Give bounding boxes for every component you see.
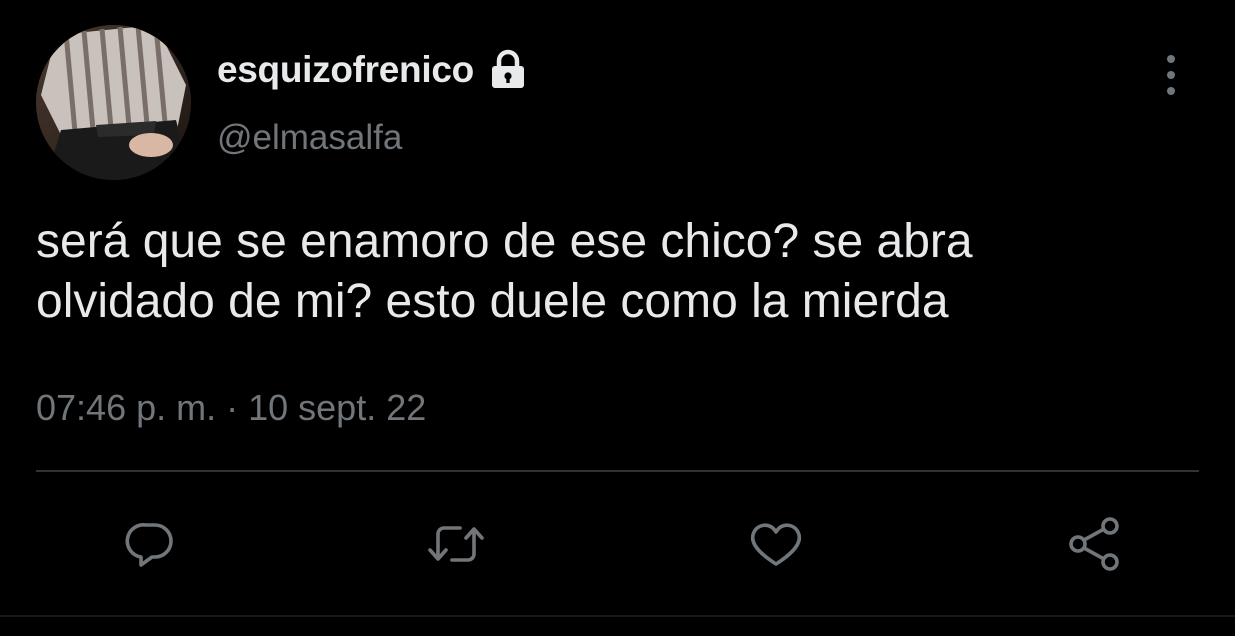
- avatar-photo-icon: [36, 25, 191, 180]
- user-handle[interactable]: @elmasalfa: [217, 118, 402, 158]
- tweet-date[interactable]: 10 sept. 22: [248, 387, 426, 429]
- like-button[interactable]: [744, 512, 808, 576]
- tweet-time[interactable]: 07:46 p. m.: [36, 387, 216, 429]
- reply-icon: [125, 523, 173, 567]
- retweet-button[interactable]: [424, 512, 488, 576]
- reply-button[interactable]: [118, 512, 182, 576]
- tweet-timestamp[interactable]: 07:46 p. m. · 10 sept. 22: [36, 387, 426, 429]
- divider: [36, 470, 1199, 472]
- share-button[interactable]: [1062, 512, 1126, 576]
- lock-icon: [486, 48, 530, 92]
- bottom-divider: [0, 615, 1235, 617]
- share-icon: [1069, 517, 1119, 571]
- more-options-icon[interactable]: [1155, 52, 1187, 98]
- tweet-card: esquizofrenico @elmasalfa será que se en…: [0, 0, 1235, 636]
- display-name[interactable]: esquizofrenico: [217, 49, 474, 91]
- meta-separator: ·: [226, 387, 239, 428]
- heart-icon: [750, 523, 802, 566]
- avatar[interactable]: [36, 25, 191, 180]
- author-name-row[interactable]: esquizofrenico: [217, 46, 530, 94]
- tweet-text: será que se enamoro de ese chico? se abr…: [36, 215, 973, 328]
- retweet-icon: [428, 526, 484, 562]
